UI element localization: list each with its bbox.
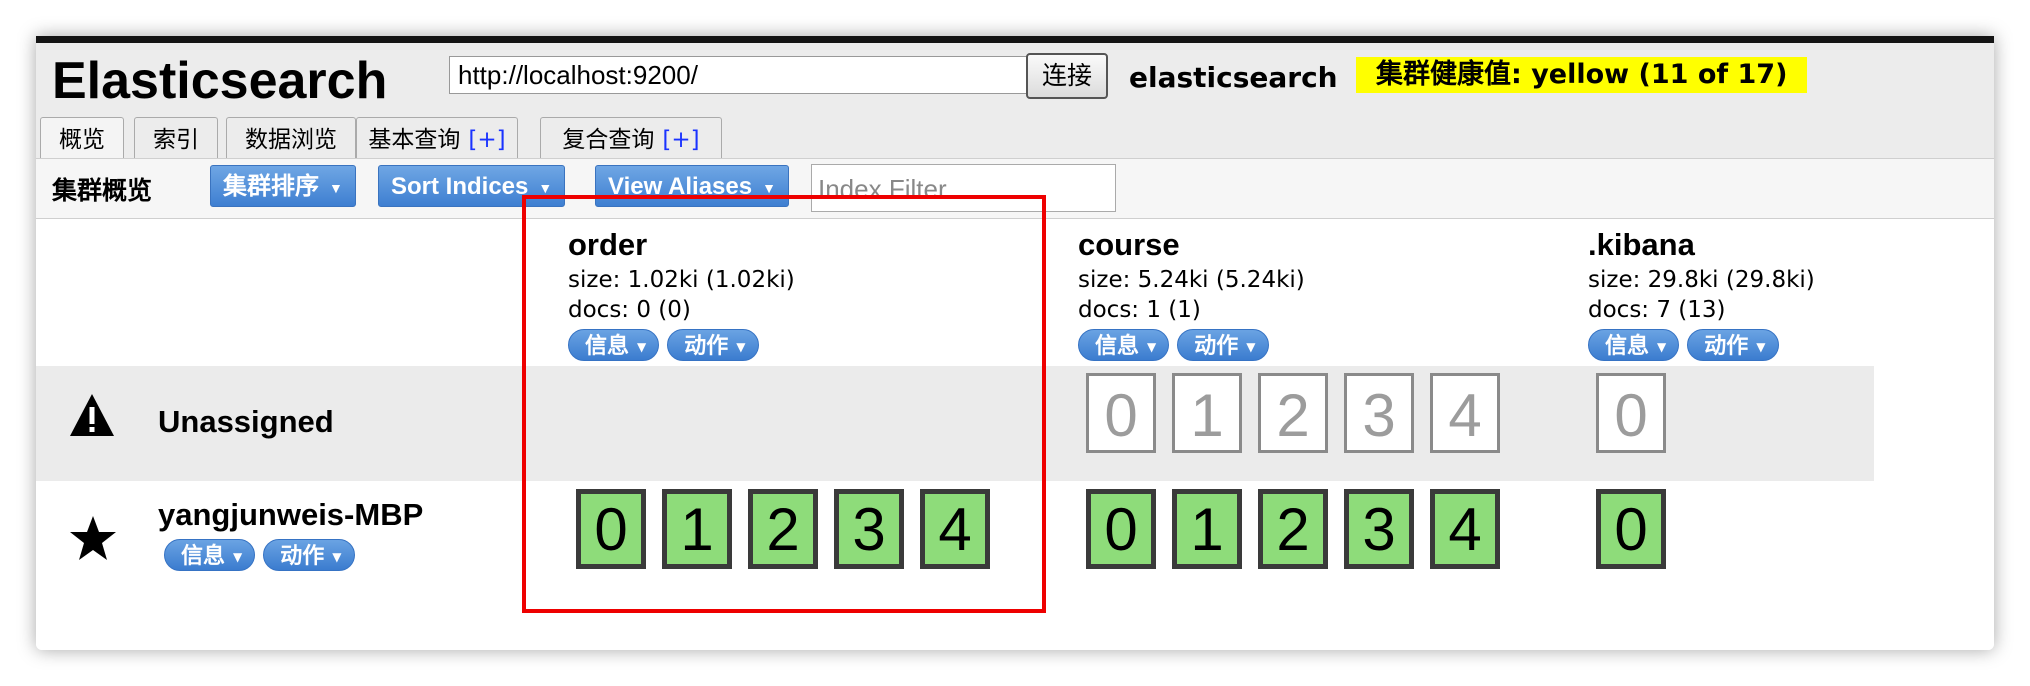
cluster-health-badge: 集群健康值: yellow (11 of 17)	[1356, 57, 1808, 93]
index-info-button[interactable]: 信息 ▼	[1078, 329, 1170, 361]
chevron-down-icon: ▼	[233, 550, 243, 564]
index-size: size: 5.24ki (5.24ki)	[1078, 267, 1305, 293]
node-actions: 信息 ▼ 动作 ▼	[164, 539, 363, 571]
shard-started[interactable]: 2	[748, 489, 818, 569]
header-bar: Elasticsearch http://localhost:9200/ 连接 …	[36, 43, 1994, 159]
connect-button[interactable]: 连接	[1026, 53, 1108, 99]
index-header-order: order size: 1.02ki (1.02ki) docs: 0 (0) …	[568, 225, 795, 361]
shard-started[interactable]: 1	[662, 489, 732, 569]
overview-toolbar: 集群概览 集群排序 ▼ Sort Indices ▼ View Aliases ▼ I…	[36, 158, 1994, 219]
view-aliases-button[interactable]: View Aliases ▼	[595, 165, 789, 207]
index-name: course	[1078, 227, 1180, 262]
cluster-sort-button[interactable]: 集群排序 ▼	[210, 165, 356, 207]
app-title: Elasticsearch	[52, 52, 388, 110]
shard-started[interactable]: 3	[834, 489, 904, 569]
tab-indices[interactable]: 索引	[134, 117, 218, 158]
tab-basic-query[interactable]: 基本查询 [+]	[356, 117, 518, 158]
index-docs: docs: 0 (0)	[568, 297, 691, 323]
cluster-grid: order size: 1.02ki (1.02ki) docs: 0 (0) …	[36, 219, 1994, 650]
shard-started[interactable]: 0	[1596, 489, 1666, 569]
tab-add-link[interactable]: [+]	[468, 127, 505, 153]
index-docs: docs: 1 (1)	[1078, 297, 1201, 323]
cluster-url-input[interactable]: http://localhost:9200/	[449, 56, 1027, 94]
node-name: Unassigned	[158, 404, 334, 439]
tab-label: 基本查询	[368, 127, 461, 153]
chevron-down-icon: ▼	[1246, 340, 1256, 354]
index-info-button[interactable]: 信息 ▼	[1588, 329, 1680, 361]
shard-unassigned[interactable]: 0	[1596, 373, 1666, 453]
index-docs: docs: 7 (13)	[1588, 297, 1726, 323]
button-label: 集群排序	[223, 173, 319, 200]
button-label: 动作	[684, 334, 729, 359]
chevron-down-icon: ▼	[1657, 340, 1667, 354]
index-actions: 信息 ▼ 动作 ▼	[568, 329, 795, 361]
index-info-button[interactable]: 信息 ▼	[568, 329, 660, 361]
cluster-health-text: 集群健康值: yellow (11 of 17)	[1376, 59, 1788, 90]
index-size: size: 1.02ki (1.02ki)	[568, 267, 795, 293]
button-label: 信息	[1605, 334, 1650, 359]
sort-indices-button[interactable]: Sort Indices ▼	[378, 165, 566, 207]
shard-started[interactable]: 2	[1258, 489, 1328, 569]
index-action-button[interactable]: 动作 ▼	[667, 329, 759, 361]
index-action-button[interactable]: 动作 ▼	[1177, 329, 1269, 361]
chevron-down-icon: ▼	[762, 179, 776, 196]
shard-unassigned[interactable]: 4	[1430, 373, 1500, 453]
warning-icon	[68, 392, 116, 452]
chevron-down-icon: ▼	[332, 550, 342, 564]
button-label: 动作	[1704, 334, 1749, 359]
button-label: 信息	[1095, 334, 1140, 359]
chevron-down-icon: ▼	[1756, 340, 1766, 354]
shard-unassigned[interactable]: 2	[1258, 373, 1328, 453]
index-header-course: course size: 5.24ki (5.24ki) docs: 1 (1)…	[1078, 225, 1305, 361]
chevron-down-icon: ▼	[538, 179, 553, 196]
shard-unassigned[interactable]: 1	[1172, 373, 1242, 453]
star-icon	[68, 513, 118, 575]
tab-overview[interactable]: 概览	[40, 117, 124, 159]
index-action-button[interactable]: 动作 ▼	[1687, 329, 1779, 361]
shard-started[interactable]: 0	[576, 489, 646, 569]
tab-browser[interactable]: 数据浏览	[226, 117, 356, 158]
tab-add-link[interactable]: [+]	[662, 127, 699, 153]
index-name: order	[568, 227, 648, 262]
tab-label: 概览	[59, 127, 105, 153]
shard-started[interactable]: 4	[1430, 489, 1500, 569]
data-node-row: yangjunweis-MBP 信息 ▼ 动作 ▼	[36, 489, 536, 599]
tab-label: 复合查询	[562, 127, 655, 153]
index-name: .kibana	[1588, 227, 1695, 262]
cluster-name: elasticsearch	[1129, 61, 1338, 94]
index-size: size: 29.8ki (29.8ki)	[1588, 267, 1815, 293]
shard-started[interactable]: 4	[920, 489, 990, 569]
chevron-down-icon: ▼	[736, 340, 746, 354]
tab-label: 数据浏览	[245, 127, 337, 153]
node-action-button[interactable]: 动作 ▼	[263, 539, 355, 571]
shard-started[interactable]: 3	[1344, 489, 1414, 569]
button-label: 动作	[1194, 334, 1239, 359]
node-info-button[interactable]: 信息 ▼	[164, 539, 256, 571]
shard-started[interactable]: 0	[1086, 489, 1156, 569]
shard-unassigned[interactable]: 3	[1344, 373, 1414, 453]
index-filter-input[interactable]: Index Filter	[811, 164, 1116, 212]
unassigned-node-row: Unassigned	[36, 366, 536, 481]
tab-compound-query[interactable]: 复合查询 [+]	[540, 117, 722, 158]
button-label: 信息	[585, 334, 630, 359]
tab-label: 索引	[153, 127, 199, 153]
chevron-down-icon: ▼	[329, 179, 343, 196]
chevron-down-icon: ▼	[637, 340, 647, 354]
chevron-down-icon: ▼	[1147, 340, 1157, 354]
app-window: Elasticsearch http://localhost:9200/ 连接 …	[36, 36, 1994, 650]
button-label: 动作	[280, 544, 325, 569]
index-actions: 信息 ▼ 动作 ▼	[1078, 329, 1305, 361]
shard-started[interactable]: 1	[1172, 489, 1242, 569]
button-label: View Aliases	[608, 173, 753, 200]
button-label: Sort Indices	[391, 173, 529, 200]
shard-unassigned[interactable]: 0	[1086, 373, 1156, 453]
index-actions: 信息 ▼ 动作 ▼	[1588, 329, 1815, 361]
node-name: yangjunweis-MBP	[158, 497, 424, 532]
toolbar-title: 集群概览	[52, 176, 153, 205]
button-label: 信息	[181, 544, 226, 569]
index-header-kibana: .kibana size: 29.8ki (29.8ki) docs: 7 (1…	[1588, 225, 1815, 361]
